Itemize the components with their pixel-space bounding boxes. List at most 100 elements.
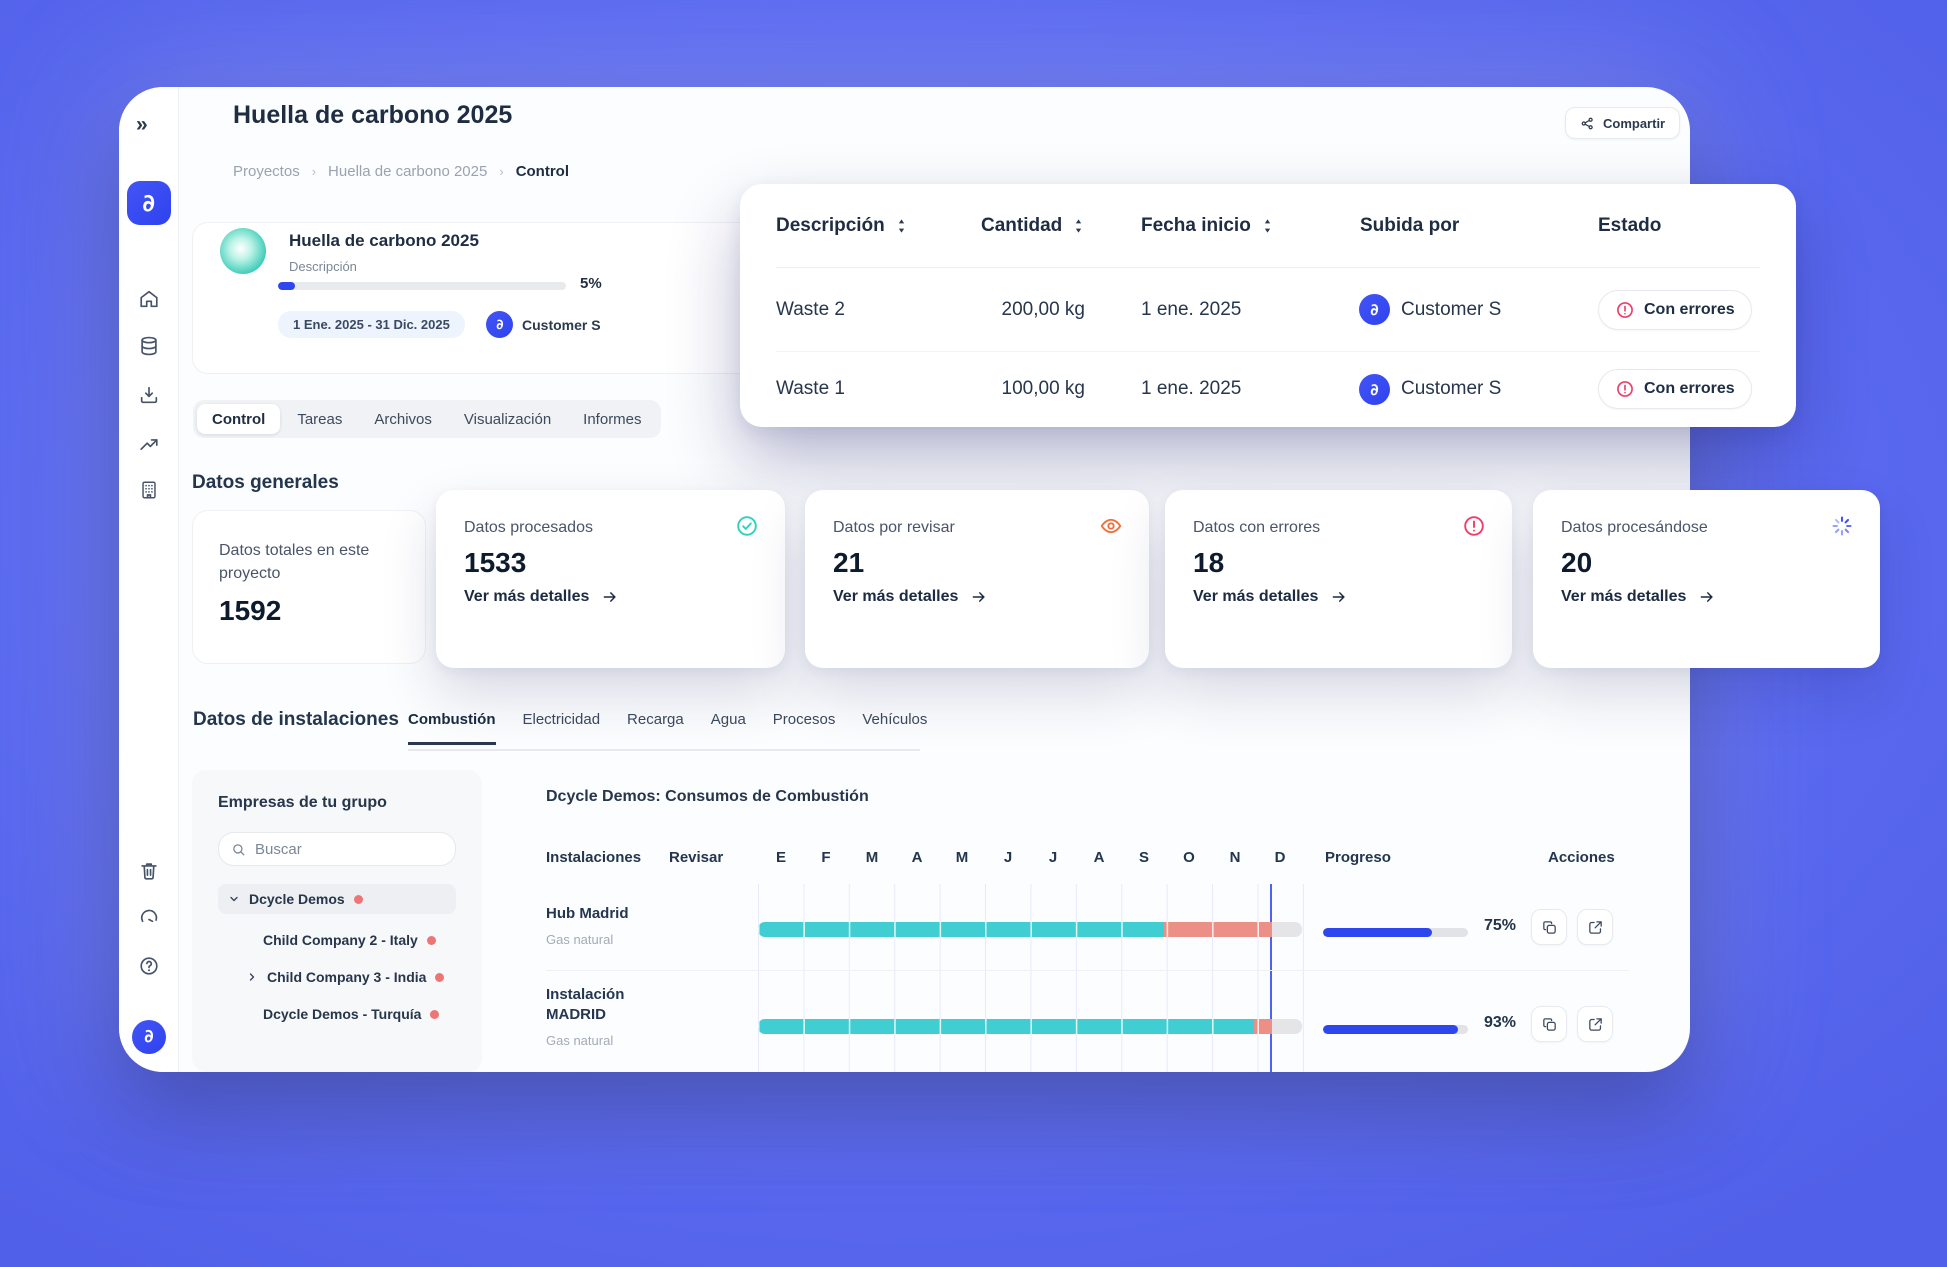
progress-fill <box>1323 928 1432 937</box>
tab-vehiculos[interactable]: Vehículos <box>862 711 927 745</box>
col-progreso: Progreso <box>1325 849 1391 866</box>
open-external-button[interactable] <box>1577 1006 1613 1042</box>
cell-quantity: 200,00 kg <box>981 299 1131 321</box>
instalaciones-heading: Datos de instalaciones <box>193 709 399 731</box>
copy-button[interactable] <box>1531 1006 1567 1042</box>
alert-circle-icon <box>1462 514 1486 538</box>
cell-quantity: 100,00 kg <box>981 378 1131 400</box>
sort-icon <box>1072 218 1085 234</box>
download-icon[interactable] <box>138 384 160 406</box>
company-search[interactable] <box>218 832 456 866</box>
ver-mas-detalles-link[interactable]: Ver más detalles <box>1561 588 1852 606</box>
table-row[interactable]: Waste 2 200,00 kg 1 ene. 2025 ∂ Customer… <box>776 268 1760 352</box>
col-descripcion[interactable]: Descripción <box>776 215 981 237</box>
status-dot <box>435 973 444 982</box>
chevron-right-icon: › <box>499 164 503 179</box>
tab-tareas[interactable]: Tareas <box>282 404 357 434</box>
ver-mas-detalles-link[interactable]: Ver más detalles <box>1193 588 1484 606</box>
search-input[interactable] <box>255 841 443 858</box>
user-avatar-logo[interactable]: ∂ <box>132 1020 166 1054</box>
tab-procesos[interactable]: Procesos <box>773 711 836 745</box>
status-badge[interactable]: Con errores <box>1598 369 1752 409</box>
progress-label: 75% <box>1484 917 1516 935</box>
month-label: M <box>849 849 895 866</box>
dashboard-screenshot: » ∂ <box>0 0 1947 1267</box>
alert-circle-icon <box>1615 379 1635 399</box>
share-button[interactable]: Compartir <box>1565 107 1680 139</box>
ver-mas-detalles-link[interactable]: Ver más detalles <box>464 588 757 606</box>
cell-status: Con errores <box>1584 369 1760 409</box>
col-acciones: Acciones <box>1548 849 1615 866</box>
tab-archivos[interactable]: Archivos <box>359 404 447 434</box>
external-link-icon <box>1587 919 1604 936</box>
gauge-icon[interactable] <box>138 907 160 929</box>
database-icon[interactable] <box>138 335 160 357</box>
breadcrumb-proyectos[interactable]: Proyectos <box>233 163 300 180</box>
month-label: A <box>894 849 940 866</box>
project-avatar <box>220 228 266 274</box>
tree-item-child-company-2[interactable]: Child Company 2 - Italy <box>218 929 456 951</box>
tab-agua[interactable]: Agua <box>711 711 746 745</box>
month-label: J <box>985 849 1031 866</box>
trash-icon[interactable] <box>138 860 160 882</box>
dcycle-logo[interactable]: ∂ <box>127 181 171 225</box>
status-badge[interactable]: Con errores <box>1598 290 1752 330</box>
cell-description: Waste 1 <box>776 378 981 400</box>
trending-up-icon[interactable] <box>138 434 160 456</box>
tree-item-dcycle-turquia[interactable]: Dcycle Demos - Turquía <box>218 1003 456 1025</box>
companies-tree: Dcycle Demos Child Company 2 - Italy Chi… <box>218 884 456 1025</box>
gantt-grid <box>758 884 1304 1072</box>
ver-mas-detalles-link[interactable]: Ver más detalles <box>833 588 1121 606</box>
col-cantidad[interactable]: Cantidad <box>981 215 1131 237</box>
gantt-bar-hub-madrid[interactable] <box>758 922 1302 937</box>
chart-title: Dcycle Demos: Consumos de Combustión <box>546 788 869 806</box>
sidebar: » ∂ <box>119 87 179 1072</box>
tab-informes[interactable]: Informes <box>568 404 656 434</box>
tree-item-dcycle-demos[interactable]: Dcycle Demos <box>218 884 456 914</box>
project-owner: ∂ Customer S <box>486 311 601 338</box>
project-progress-fill <box>278 282 295 290</box>
col-revisar: Revisar <box>669 849 723 866</box>
gantt-bar-instalacion-madrid[interactable] <box>758 1019 1302 1034</box>
today-marker-line <box>1270 884 1272 1072</box>
facility-name-line2: MADRID <box>546 1006 606 1023</box>
month-label: A <box>1076 849 1122 866</box>
building-icon[interactable] <box>138 479 160 501</box>
copy-button[interactable] <box>1531 909 1567 945</box>
progress-fill <box>1323 1025 1458 1034</box>
help-icon[interactable] <box>138 955 160 977</box>
status-dot <box>427 936 436 945</box>
total-data-label: Datos totales en este proyecto <box>219 539 399 585</box>
tab-combustion[interactable]: Combustión <box>408 711 496 745</box>
stat-card-procesandose: Datos procesándose 20 Ver más detalles <box>1533 490 1880 668</box>
month-label: F <box>803 849 849 866</box>
project-progress-bar <box>278 282 566 290</box>
sort-icon <box>895 218 908 234</box>
cell-uploaded-by: ∂ Customer S <box>1346 294 1584 325</box>
tab-recarga[interactable]: Recarga <box>627 711 684 745</box>
open-external-button[interactable] <box>1577 909 1613 945</box>
home-icon[interactable] <box>138 288 160 310</box>
tree-item-child-company-3[interactable]: Child Company 3 - India <box>218 966 456 988</box>
total-data-card: Datos totales en este proyecto 1592 <box>192 510 426 664</box>
cell-date: 1 ene. 2025 <box>1131 299 1346 321</box>
tab-visualizacion[interactable]: Visualización <box>449 404 566 434</box>
chevron-down-icon <box>228 893 240 905</box>
row-divider <box>546 970 1629 971</box>
progress-bar <box>1323 1025 1468 1034</box>
facility-subtitle: Gas natural <box>546 1033 613 1048</box>
tab-electricidad[interactable]: Electricidad <box>523 711 601 745</box>
stat-card-con-errores: Datos con errores 18 Ver más detalles <box>1165 490 1512 668</box>
cell-status: Con errores <box>1584 290 1760 330</box>
status-dot <box>430 1010 439 1019</box>
facility-name: Instalación <box>546 986 624 1003</box>
cell-date: 1 ene. 2025 <box>1131 378 1346 400</box>
table-row[interactable]: Waste 1 100,00 kg 1 ene. 2025 ∂ Customer… <box>776 352 1760 426</box>
breadcrumb-project[interactable]: Huella de carbono 2025 <box>328 163 487 180</box>
col-fecha-inicio[interactable]: Fecha inicio <box>1131 215 1346 237</box>
sidebar-expand-icon[interactable]: » <box>136 113 146 137</box>
tab-control[interactable]: Control <box>197 404 280 434</box>
breadcrumb-current: Control <box>516 163 569 180</box>
instalaciones-tabs: Combustión Electricidad Recarga Agua Pro… <box>408 711 927 745</box>
progress-bar <box>1323 928 1468 937</box>
